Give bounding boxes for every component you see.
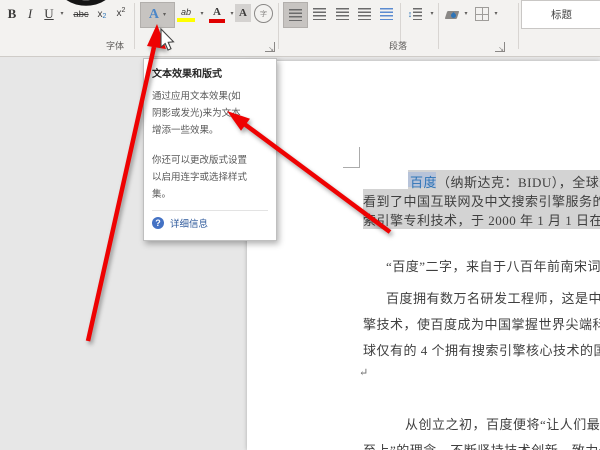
highlight-dropdown[interactable]: ▾ [198,10,206,18]
justify-button[interactable] [354,2,375,26]
doc-line-8[interactable]: 从创立之初，百度便将“让人们最平等便捷地获 [405,414,600,433]
empty-paragraph-mark: ↵ [359,367,369,379]
ribbon-divider [518,3,519,49]
strikethrough-button[interactable]: abc [70,6,92,22]
doc-line-5[interactable]: 百度拥有数万名研发工程师，这是中国乃至全球 [386,288,600,307]
text-effects-dropdown[interactable]: ▾ [163,12,166,18]
text-effects-a-icon: A [148,7,160,22]
tooltip-title: 文本效果和版式 [152,69,222,80]
tooltip-body-line: 阴影或发光)来为文本 [152,108,241,119]
superscript-button[interactable]: x2 [113,5,129,21]
align-center-icon [313,8,326,20]
align-left-button[interactable] [283,2,308,28]
superscript-digit: 2 [121,6,126,14]
shading-button[interactable] [442,2,462,26]
line-spacing-button[interactable]: ↕ [403,2,427,26]
more-info-link[interactable]: 详细信息 [170,216,208,230]
selection-indent-notch [363,170,408,189]
font-dialog-launcher[interactable]: ↘ [265,42,275,53]
font-color-bar [209,18,225,23]
font-color-a-icon: A [213,5,221,18]
ribbon: B I U ▾ abc x2 x2 A ▾ ab ▾ A ▾ A 字 ↕ ▾ ▾… [0,0,600,57]
align-left-icon [289,9,302,21]
tooltip-body-line: 集。 [152,189,172,200]
highlight-ab-icon: ab [180,6,191,17]
distributed-button[interactable] [376,2,397,26]
font-group-label: 字体 [106,41,125,51]
text-effects-tooltip: 文本效果和版式 通过应用文本效果(如 阴影或发光)来为文本 增添一些效果。 你还… [143,58,277,241]
borders-button[interactable] [472,2,492,26]
launcher-arrow-icon: ↘ [268,46,274,53]
doc-line-4[interactable]: “百度”二字，来自于八百年前南宋词人辛弃疾的一 [386,256,600,275]
line-spacing-arrows-icon: ↕ [407,9,413,19]
font-color-button[interactable]: A [208,3,226,25]
line-spacing-dropdown[interactable]: ▾ [428,10,436,18]
launcher-arrow-icon: ↘ [498,46,504,53]
highlight-color-bar [177,17,195,22]
underline-button[interactable]: U [42,4,56,24]
align-center-button[interactable] [309,2,330,26]
italic-button[interactable]: I [24,4,36,24]
tooltip-body-line: 通过应用文本效果(如 [152,91,241,102]
doc-line-1-text: （纳斯达克：BIDU），全球最大的中文 [437,175,600,190]
shading-dropdown[interactable]: ▾ [462,10,470,18]
doc-line-3[interactable]: 索引擎专利技术，于 2000 年 1 月 1 日在中关村创建 [363,210,600,229]
tooltip-body-1: 通过应用文本效果(如 阴影或发光)来为文本 增添一些效果。 [152,88,268,139]
tooltip-more-info[interactable]: ? 详细信息 [152,211,268,236]
tooltip-body-line: 增添一些效果。 [152,125,219,136]
character-shading-button[interactable]: A [235,4,251,22]
paragraph-group-label: 段落 [389,41,408,51]
text-effects-button[interactable]: A ▾ [140,2,175,28]
doc-line-6[interactable]: 擎技术，使百度成为中国掌握世界尖端科学核心技术 [363,314,600,333]
tooltip-body-2: 你还可以更改版式设置 以启用连字或选择样式 集。 [152,152,268,203]
ribbon-divider [278,3,279,49]
margin-mark-horizontal [343,167,360,168]
borders-grid-icon [475,7,489,21]
ribbon-divider [134,3,135,49]
underline-dropdown[interactable]: ▾ [58,10,66,18]
doc-line-1[interactable]: 百度（纳斯达克：BIDU），全球最大的中文 [410,172,600,191]
word-window: B I U ▾ abc x2 x2 A ▾ ab ▾ A ▾ A 字 ↕ ▾ ▾… [0,0,600,450]
doc-line-2[interactable]: 看到了中国互联网及中文搜索引擎服务的巨大发展潜 [363,191,600,210]
align-right-icon [336,8,349,20]
tooltip-body-line: 以启用连字或选择样式 [152,172,248,183]
borders-dropdown[interactable]: ▾ [492,10,500,18]
subscript-button[interactable]: x2 [94,6,110,22]
paragraph-dialog-launcher[interactable]: ↘ [495,42,505,53]
baidu-link[interactable]: 百度 [410,175,437,190]
help-icon: ? [152,217,164,229]
justify-icon [358,8,371,20]
margin-mark-vertical [359,147,360,168]
align-right-button[interactable] [332,2,353,26]
subscript-digit: 2 [102,13,107,20]
line-spacing-lines-icon [413,8,423,20]
ribbon-divider [438,3,439,49]
style-gallery-item-title[interactable]: 标题 [521,0,600,29]
enclose-characters-button[interactable]: 字 [254,4,273,23]
doc-line-9[interactable]: 至上”的理念，不断坚持技术创新，致力于为用户提供 [363,440,600,450]
highlight-button[interactable]: ab [176,3,196,25]
distributed-icon [380,8,393,20]
bold-button[interactable]: B [4,4,20,24]
tooltip-body-line: 你还可以更改版式设置 [152,155,248,166]
doc-line-7[interactable]: 球仅有的 4 个拥有搜索引擎核心技术的国家之一。↵ [363,340,600,359]
